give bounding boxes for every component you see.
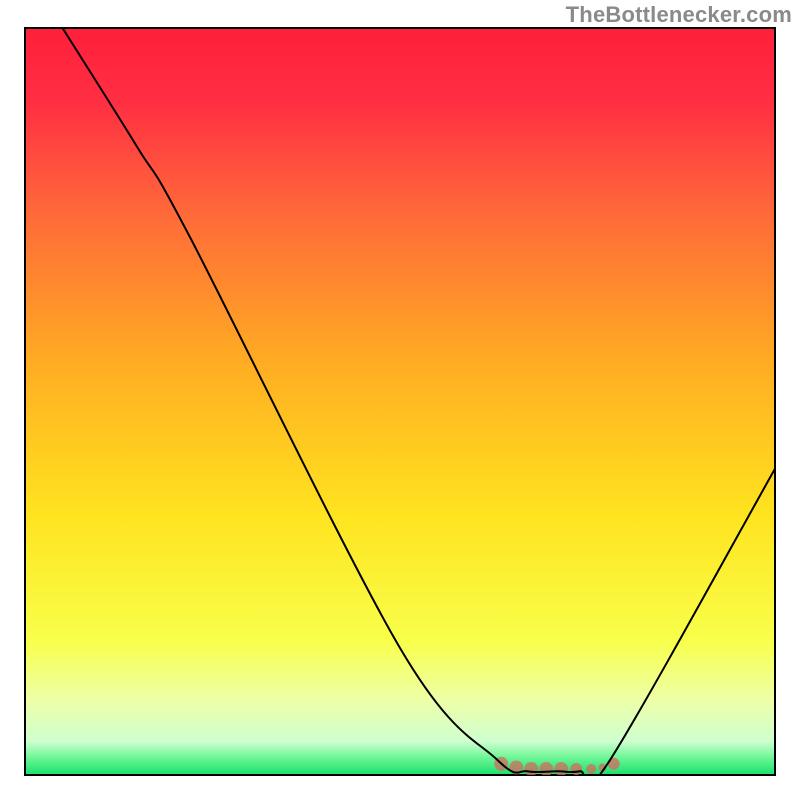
valley-marker bbox=[524, 762, 538, 776]
bottleneck-chart bbox=[0, 0, 800, 800]
valley-marker bbox=[554, 762, 568, 776]
valley-marker bbox=[539, 762, 553, 776]
gradient-background bbox=[25, 28, 775, 775]
chart-frame: TheBottlenecker.com bbox=[0, 0, 800, 800]
valley-marker bbox=[570, 763, 582, 775]
valley-marker bbox=[586, 764, 596, 774]
